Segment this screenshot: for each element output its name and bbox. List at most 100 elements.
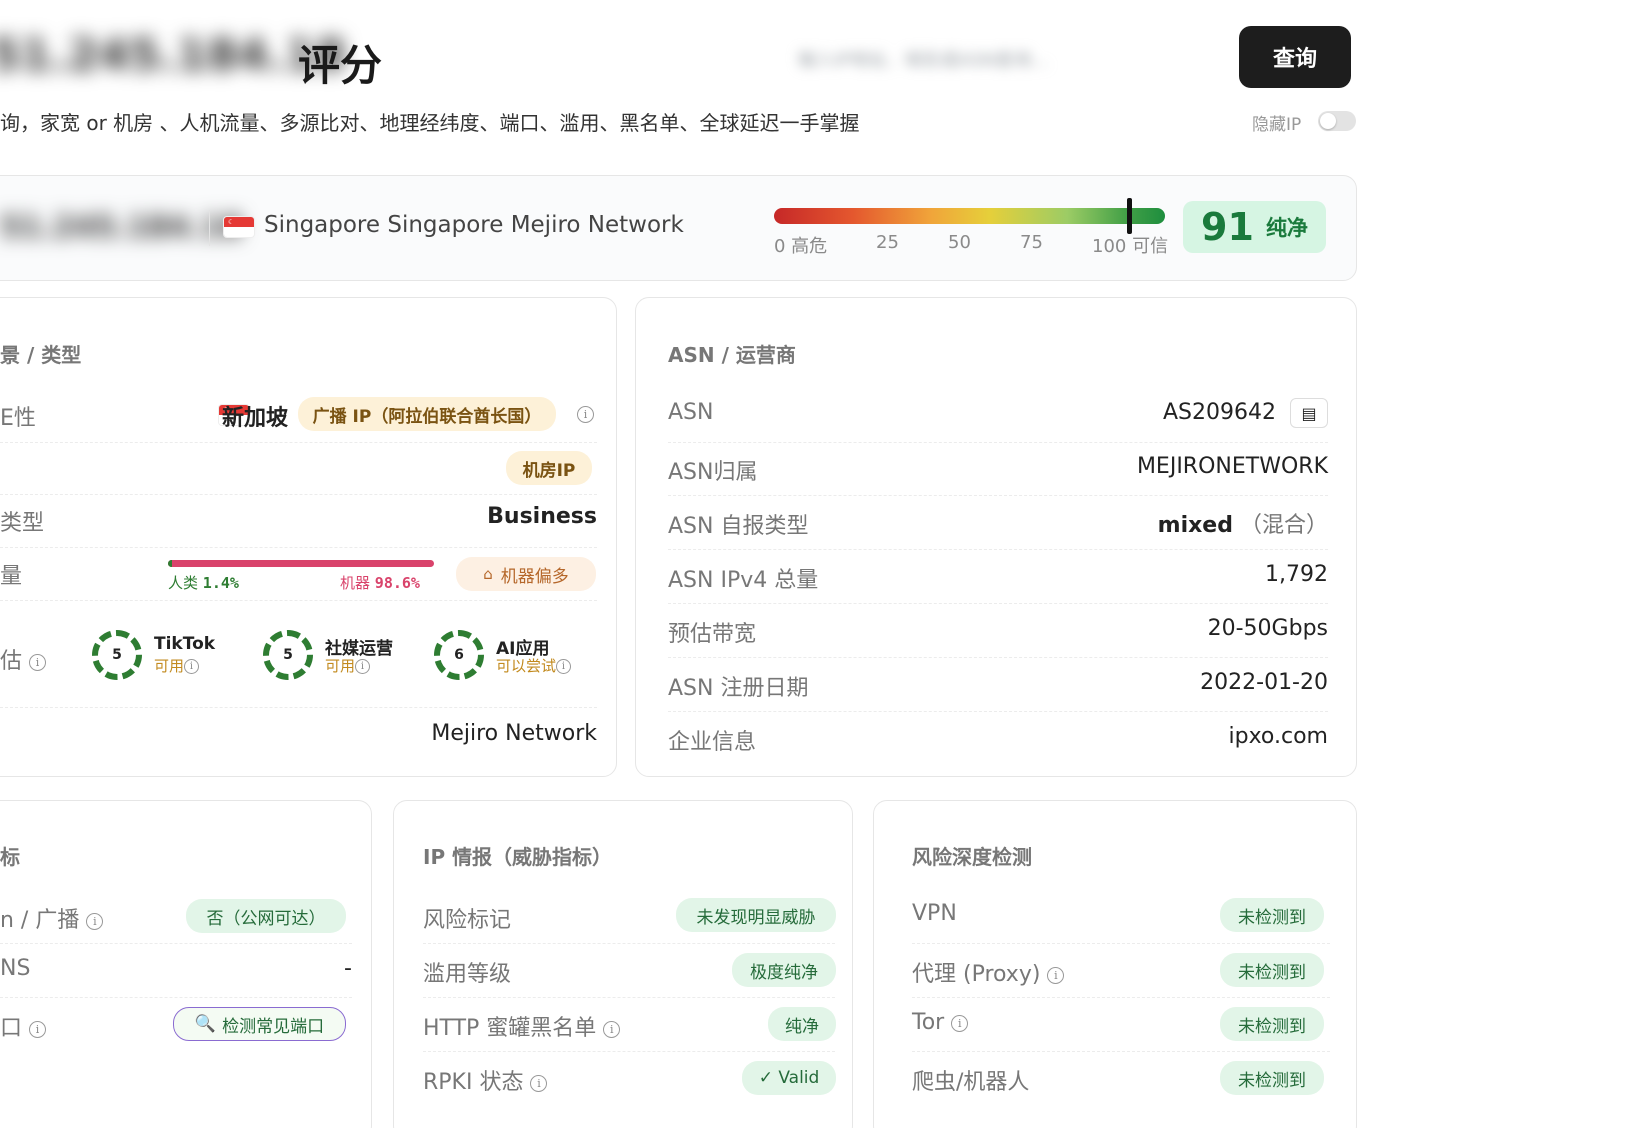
asn-type: mixed [1157, 513, 1233, 538]
location-text: Singapore Singapore Mejiro Network [264, 212, 684, 238]
crawler-status-badge: 未检测到 [1220, 1061, 1324, 1095]
human-ratio-fill [168, 560, 172, 567]
tick-label: 100 可信 [1092, 236, 1169, 257]
tor-label: Tor [912, 1010, 945, 1035]
divider [912, 943, 1330, 944]
tick-label: 50 [948, 232, 971, 253]
honeypot-label: HTTP 蜜罐黑名单 [423, 1016, 597, 1041]
divider [423, 997, 835, 998]
card-title: 标 [0, 845, 20, 869]
hide-ip-label: 隐藏IP [1252, 115, 1302, 135]
card-title: 风险深度检测 [912, 845, 1032, 869]
bot-percent: 98.6% [374, 574, 420, 592]
info-icon[interactable]: i [603, 1020, 621, 1038]
divider [668, 442, 1328, 443]
score-ring-tiktok: 5 [92, 630, 142, 680]
divider [912, 997, 1330, 998]
divider [209, 210, 210, 246]
row-label-tor: Tor i [912, 1010, 969, 1035]
row-label-ipv4-total: ASN IPv4 总量 [668, 568, 819, 593]
score-ring-social: 5 [263, 630, 313, 680]
info-icon[interactable]: i [577, 406, 594, 423]
human-label: 人类 [168, 574, 199, 592]
ip-type-value: Business [487, 504, 597, 529]
row-label-estimate: 估 i [0, 643, 47, 675]
rpki-badge: ✓ Valid [742, 1061, 836, 1095]
estimate-label: 估 [0, 649, 23, 674]
bot-traffic: 机器 98.6% [340, 572, 420, 593]
tick-label: 0 高危 [774, 236, 828, 257]
hide-ip-toggle[interactable] [1318, 111, 1356, 131]
service-status-ai: 可以尝试 i [496, 655, 572, 676]
reg-date-value: 2022-01-20 [1200, 670, 1328, 695]
abuse-level-badge: 极度纯净 [732, 953, 836, 987]
divider [0, 547, 597, 548]
copy-icon[interactable]: ▤ [1290, 398, 1328, 428]
check-ports-button[interactable]: 🔍 检测常见端口 [173, 1007, 346, 1041]
tick-label: 25 [876, 232, 899, 253]
service-status-tiktok: 可用 i [154, 655, 200, 676]
divider [423, 943, 835, 944]
broadcast-ip-badge: 广播 IP（阿拉伯联合酋长国） [298, 397, 556, 431]
row-label-reg-date: ASN 注册日期 [668, 676, 809, 701]
query-button[interactable]: 查询 [1239, 26, 1351, 88]
row-label-company: 企业信息 [668, 730, 757, 755]
toggle-knob [1320, 113, 1336, 129]
risk-gradient-bar [774, 208, 1165, 224]
score-ring-ai: 6 [434, 630, 484, 680]
row-label-traffic: 量 [0, 564, 23, 589]
bot-label: 机器 [340, 574, 371, 592]
row-label-dns: NS [0, 956, 31, 981]
info-icon[interactable]: i [1047, 966, 1065, 984]
row-label-asn-owner: ASN归属 [668, 460, 758, 485]
info-icon[interactable]: i [86, 912, 104, 930]
check-ports-label: 检测常见端口 [222, 1016, 325, 1037]
risk-flag-badge: 未发现明显威胁 [676, 898, 836, 932]
info-icon[interactable]: i [951, 1014, 969, 1032]
traffic-badge-label: 机器偏多 [500, 566, 569, 587]
row-label-type: 类型 [0, 511, 45, 536]
divider [668, 657, 1328, 658]
divider [668, 495, 1328, 496]
info-icon[interactable]: i [29, 653, 47, 671]
country-name: 新加坡 [222, 406, 289, 431]
dns-value: - [344, 956, 352, 981]
page-title: 评分 [298, 41, 383, 90]
broadcast-status-badge: 否（公网可达） [186, 899, 346, 933]
asn-owner-value: MEJIRONETWORK [1136, 454, 1328, 479]
port-label: 口 [0, 1016, 23, 1041]
card-title: IP 情报（威胁指标） [423, 845, 613, 869]
card-title: 景 / 类型 [0, 343, 82, 367]
divider [668, 549, 1328, 550]
card-title: ASN / 运营商 [668, 343, 796, 367]
search-input[interactable]: 输入IP地址、域名或ASN查询... [780, 30, 1205, 86]
row-label-broadcast: n / 广播 i [0, 902, 104, 934]
service-status-label: 可用 [154, 657, 185, 675]
row-label-abuse-level: 滥用等级 [423, 962, 512, 987]
info-icon[interactable]: i [29, 1020, 47, 1038]
score-ip-address: 51.245.184.18 [0, 210, 243, 245]
singapore-flag-icon: ☾ [224, 216, 254, 237]
robot-icon: ⌂ [483, 565, 493, 583]
info-icon[interactable]: i [184, 659, 200, 674]
row-label-crawler: 爬虫/机器人 [912, 1070, 1030, 1095]
row-label-honeypot: HTTP 蜜罐黑名单 i [423, 1010, 621, 1042]
ip-type-card [0, 297, 617, 777]
rpki-label: RPKI 状态 [423, 1070, 524, 1095]
broadcast-label: n / 广播 [0, 908, 80, 933]
info-icon[interactable]: i [556, 659, 572, 674]
row-label-proxy: 代理 (Proxy) i [912, 956, 1065, 988]
row-label-risk-flag: 风险标记 [423, 908, 512, 933]
org-value: Mejiro Network [431, 721, 597, 746]
divider [0, 600, 597, 601]
human-traffic: 人类 1.4% [168, 572, 239, 593]
row-label-rpki: RPKI 状态 i [423, 1064, 548, 1096]
info-icon[interactable]: i [355, 659, 371, 674]
divider [912, 1051, 1330, 1052]
info-icon[interactable]: i [530, 1074, 548, 1092]
proxy-label: 代理 (Proxy) [912, 962, 1041, 987]
score-status: 纯净 [1265, 216, 1308, 240]
service-status-label: 可用 [325, 657, 356, 675]
divider [0, 442, 597, 443]
score-marker [1126, 198, 1132, 234]
